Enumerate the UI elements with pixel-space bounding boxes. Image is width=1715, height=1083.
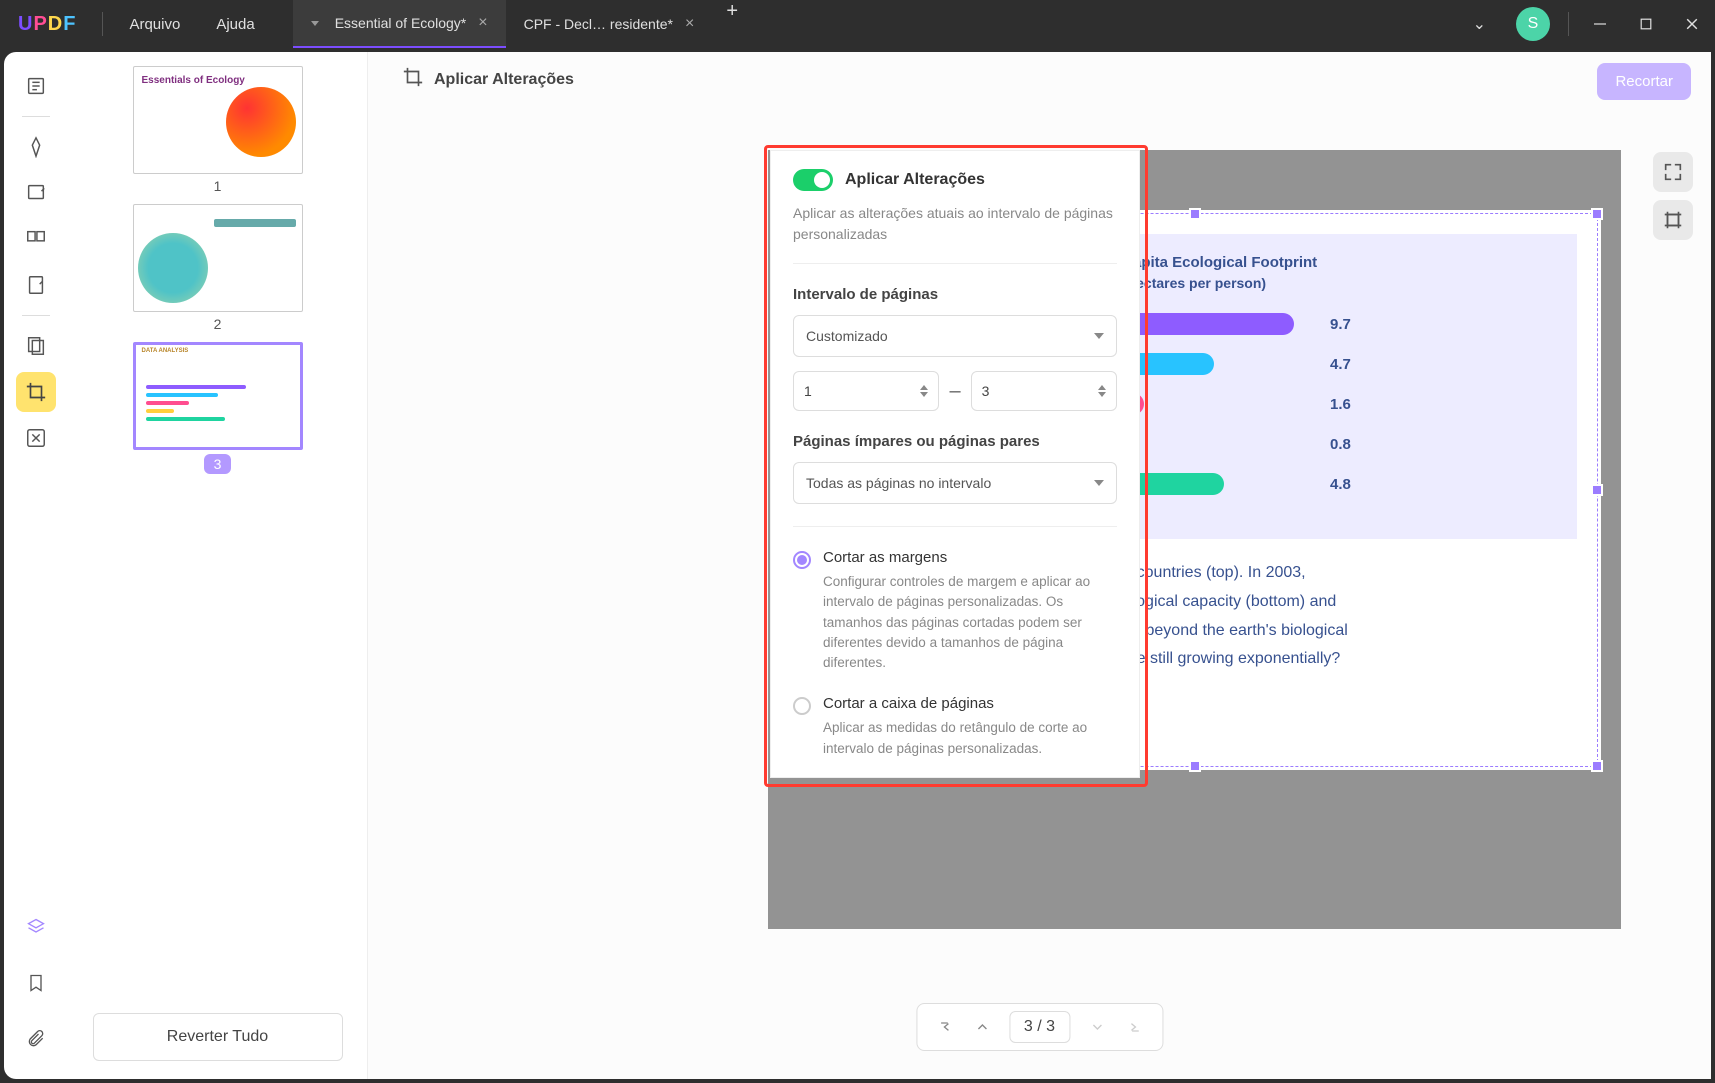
- app-logo: UPDF: [0, 13, 94, 36]
- last-page-button[interactable]: [1118, 1010, 1152, 1044]
- crop-box-option[interactable]: Cortar a caixa de páginas Aplicar as med…: [793, 695, 1117, 759]
- titlebar-right: ⌄ S: [1453, 0, 1715, 48]
- user-avatar[interactable]: S: [1516, 7, 1550, 41]
- divider: [102, 12, 103, 36]
- crop-box-label: Cortar a caixa de páginas: [823, 695, 1117, 712]
- range-to-input[interactable]: 3: [971, 371, 1117, 411]
- thumbnail-1[interactable]: Essentials of Ecology 1: [133, 66, 303, 194]
- odd-even-label: Páginas ímpares ou páginas pares: [793, 433, 1117, 450]
- chevron-down-icon[interactable]: [311, 21, 319, 26]
- crop-margins-label: Cortar as margens: [823, 549, 1117, 566]
- close-icon[interactable]: ×: [685, 15, 694, 33]
- crop-handle[interactable]: [1591, 208, 1603, 220]
- layers-icon[interactable]: [16, 907, 56, 947]
- bookmark-icon[interactable]: [16, 963, 56, 1003]
- crop-icon: [402, 66, 424, 93]
- maximize-button[interactable]: [1623, 0, 1669, 48]
- separator: [22, 116, 50, 117]
- redact-icon[interactable]: [16, 418, 56, 458]
- thumb-label: 3: [204, 454, 232, 474]
- tab-inactive[interactable]: CPF - Decl… residente* ×: [506, 0, 713, 48]
- radio-unchecked-icon[interactable]: [793, 697, 811, 715]
- crop-handle[interactable]: [1591, 760, 1603, 772]
- form-icon[interactable]: [16, 265, 56, 305]
- edit-icon[interactable]: [16, 127, 56, 167]
- page-range-inputs: 1 – 3: [793, 371, 1117, 411]
- left-toolbar-bottom: [16, 907, 56, 1059]
- prev-page-button[interactable]: [965, 1010, 999, 1044]
- apply-title: Aplicar Alterações: [845, 171, 985, 189]
- fit-page-icon[interactable]: [1653, 152, 1693, 192]
- apply-description: Aplicar as alterações atuais ao interval…: [793, 203, 1117, 245]
- crop-margins-desc: Configurar controles de margem e aplicar…: [823, 572, 1117, 673]
- close-button[interactable]: [1669, 0, 1715, 48]
- menu-file[interactable]: Arquivo: [111, 16, 198, 33]
- title-bar: UPDF Arquivo Ajuda Essential of Ecology*…: [0, 0, 1715, 48]
- tab-add-button[interactable]: +: [712, 0, 752, 48]
- minimize-button[interactable]: [1577, 0, 1623, 48]
- tab-strip: Essential of Ecology* × CPF - Decl… resi…: [293, 0, 752, 48]
- page-range-select[interactable]: Customizado: [793, 315, 1117, 357]
- next-page-button[interactable]: [1080, 1010, 1114, 1044]
- odd-even-select[interactable]: Todas as páginas no intervalo: [793, 462, 1117, 504]
- radio-checked-icon[interactable]: [793, 551, 811, 569]
- thumb-label: 2: [133, 316, 303, 332]
- organize-icon[interactable]: [16, 219, 56, 259]
- chevron-down-icon[interactable]: ⌄: [1453, 14, 1506, 34]
- apply-toggle-row: Aplicar Alterações: [793, 169, 1117, 191]
- stepper-down-icon[interactable]: [920, 392, 928, 397]
- page-range-label: Intervalo de páginas: [793, 286, 1117, 303]
- range-from-input[interactable]: 1: [793, 371, 939, 411]
- thumbnail-2[interactable]: 2: [133, 204, 303, 332]
- apply-changes-panel: Aplicar Alterações Aplicar as alterações…: [770, 150, 1140, 778]
- range-dash: –: [949, 380, 960, 403]
- crop-icon[interactable]: [16, 372, 56, 412]
- crop-header-title: Aplicar Alterações: [434, 71, 574, 89]
- divider: [1568, 12, 1569, 36]
- chevron-down-icon: [1094, 480, 1104, 486]
- crop-handle[interactable]: [1189, 760, 1201, 772]
- right-tools: [1653, 152, 1693, 240]
- close-icon[interactable]: ×: [478, 14, 487, 32]
- tab-title: CPF - Decl… residente*: [524, 16, 673, 32]
- attachment-icon[interactable]: [16, 1019, 56, 1059]
- reader-icon[interactable]: [16, 66, 56, 106]
- pages-icon[interactable]: [16, 326, 56, 366]
- first-page-button[interactable]: [927, 1010, 961, 1044]
- crop-header: Aplicar Alterações: [388, 60, 588, 99]
- artboard-icon[interactable]: [1653, 200, 1693, 240]
- revert-button[interactable]: Reverter Tudo: [93, 1013, 343, 1061]
- comment-icon[interactable]: [16, 173, 56, 213]
- crop-apply-button[interactable]: Recortar: [1597, 63, 1691, 100]
- separator: [22, 315, 50, 316]
- stepper-up-icon[interactable]: [920, 385, 928, 390]
- apply-toggle[interactable]: [793, 169, 833, 191]
- stepper-down-icon[interactable]: [1098, 392, 1106, 397]
- crop-handle[interactable]: [1591, 484, 1603, 496]
- crop-handle[interactable]: [1189, 208, 1201, 220]
- stepper-up-icon[interactable]: [1098, 385, 1106, 390]
- tab-title: Essential of Ecology*: [335, 15, 467, 31]
- crop-box-desc: Aplicar as medidas do retângulo de corte…: [823, 718, 1117, 759]
- page-indicator[interactable]: 3 / 3: [1009, 1011, 1070, 1043]
- thumbnail-3[interactable]: DATA ANALYSIS 3: [133, 342, 303, 474]
- thumbnail-panel: Essentials of Ecology 1 2 DATA ANALYSIS …: [68, 52, 368, 1079]
- tab-active[interactable]: Essential of Ecology* ×: [293, 0, 506, 48]
- thumb-label: 1: [133, 178, 303, 194]
- chevron-down-icon: [1094, 333, 1104, 339]
- main-area: Aplicar Alterações Recortar Per Capita E…: [368, 52, 1711, 1079]
- workspace: Essentials of Ecology 1 2 DATA ANALYSIS …: [4, 52, 1711, 1079]
- menu-help[interactable]: Ajuda: [198, 16, 272, 33]
- left-toolbar: [4, 52, 68, 1079]
- page-controls: 3 / 3: [916, 1003, 1163, 1051]
- crop-margins-option[interactable]: Cortar as margens Configurar controles d…: [793, 549, 1117, 673]
